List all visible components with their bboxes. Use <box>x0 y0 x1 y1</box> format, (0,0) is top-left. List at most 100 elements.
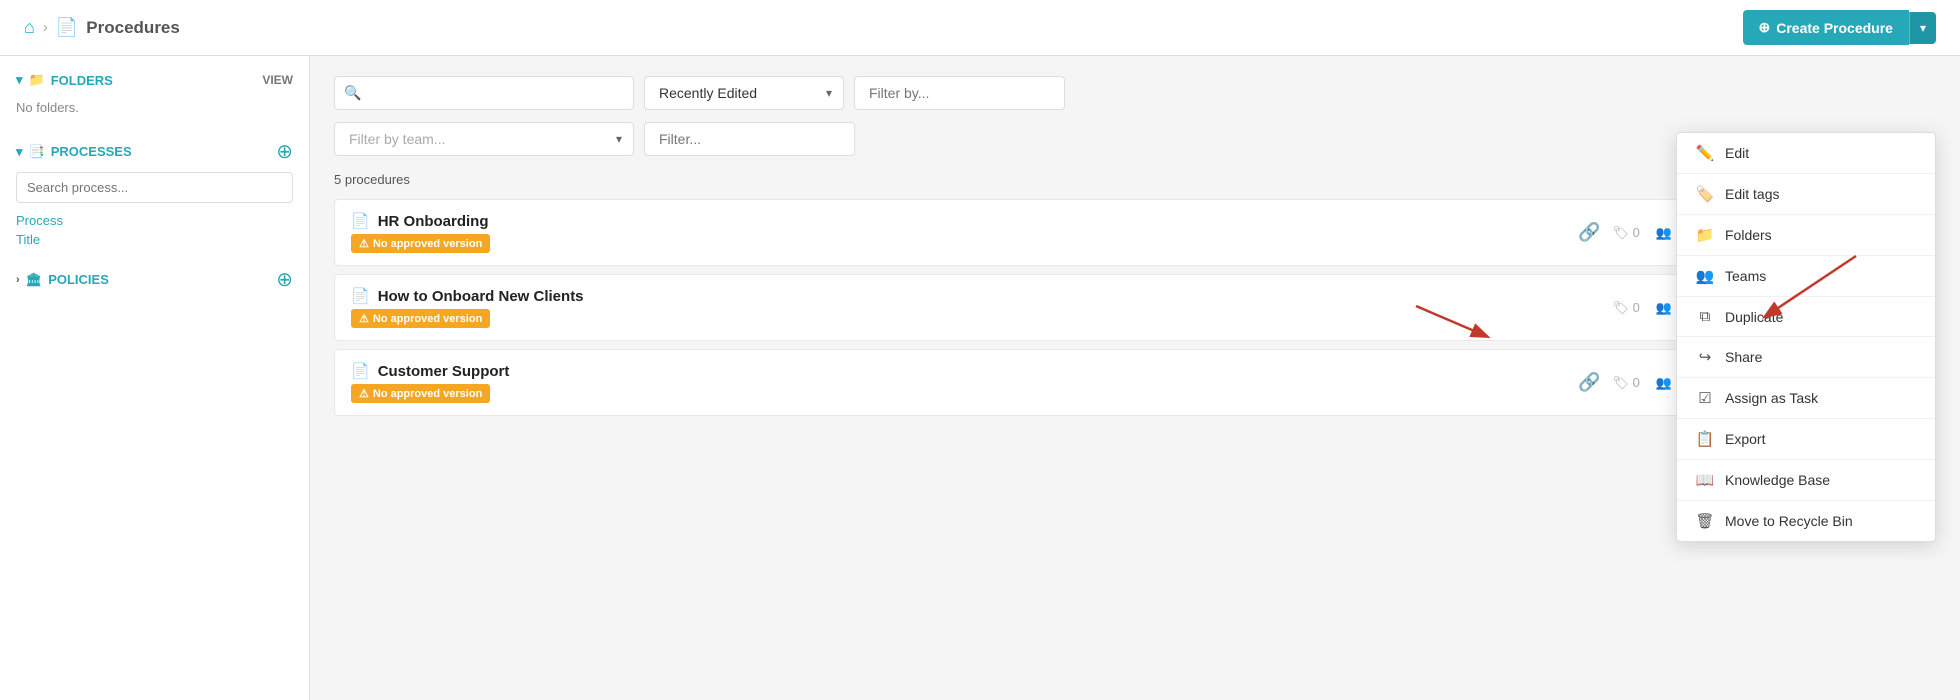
procedure-title-row-1: 📄 How to Onboard New Clients <box>351 287 1600 305</box>
dropdown-label-export: Export <box>1725 431 1765 447</box>
dropdown-item-export[interactable]: 📋 Export <box>1677 419 1935 460</box>
dropdown-item-duplicate[interactable]: ⧉ Duplicate <box>1677 297 1935 337</box>
procedure-title-row-0: 📄 HR Onboarding <box>351 212 1566 230</box>
assign-task-icon: ☑ <box>1695 389 1715 407</box>
folders-section: ▾ 📁 FOLDERS VIEW No folders. <box>16 72 293 119</box>
dropdown-item-edit-tags[interactable]: 🏷️ Edit tags <box>1677 174 1935 215</box>
duplicate-icon: ⧉ <box>1695 308 1715 325</box>
title-link[interactable]: Title <box>16 232 293 247</box>
meta-tags-2: 🏷 0 <box>1612 375 1639 391</box>
procedure-search-input[interactable] <box>334 76 634 110</box>
policies-chevron: › <box>16 274 20 286</box>
meta-tags-0: 🏷 0 <box>1612 225 1639 241</box>
dropdown-label-folders: Folders <box>1725 227 1772 243</box>
procedure-title-row-2: 📄 Customer Support <box>351 362 1566 380</box>
share-icon: ↪ <box>1695 348 1715 366</box>
dropdown-item-recycle-bin[interactable]: 🗑 Move to Recycle Bin <box>1677 501 1935 541</box>
top-header: ⌂ › 📄 Procedures ⊕ Create Procedure ▾ <box>0 0 1960 56</box>
folders-icon: 📁 <box>1695 226 1715 244</box>
create-procedure-button[interactable]: ⊕ Create Procedure <box>1743 10 1909 45</box>
warn-icon-2: ⚠ <box>359 387 369 400</box>
dropdown-item-edit[interactable]: ✏️ Edit <box>1677 133 1935 174</box>
badge-text-1: No approved version <box>373 313 482 325</box>
policies-title[interactable]: › 🏛 POLICIES <box>16 272 109 288</box>
dropdown-label-recycle-bin: Move to Recycle Bin <box>1725 513 1853 529</box>
create-procedure-dropdown-arrow[interactable]: ▾ <box>1909 12 1936 44</box>
procedure-title-2[interactable]: Customer Support <box>378 363 510 380</box>
meta-tags-1: 🏷 0 <box>1612 300 1639 316</box>
create-procedure-btn-group: ⊕ Create Procedure ▾ <box>1743 10 1936 45</box>
filter-by-input[interactable] <box>854 76 1065 110</box>
processes-section: ▾ 📑 PROCESSES ⊕ Process Title <box>16 139 293 247</box>
home-icon[interactable]: ⌂ <box>24 17 35 38</box>
edit-tags-icon: 🏷️ <box>1695 185 1715 203</box>
process-link[interactable]: Process <box>16 213 293 228</box>
procedure-info-2: 📄 Customer Support ⚠ No approved version <box>351 362 1566 403</box>
teams-icon: 👥 <box>1695 267 1715 285</box>
processes-icon: 📑 <box>29 144 45 160</box>
procedure-title-0[interactable]: HR Onboarding <box>378 213 489 230</box>
team-filter-wrap: Filter by team... <box>334 122 634 156</box>
sort-select[interactable]: Recently Edited <box>644 76 844 110</box>
dropdown-item-teams[interactable]: 👥 Teams <box>1677 256 1935 297</box>
folders-view-button[interactable]: VIEW <box>262 73 293 87</box>
dropdown-label-edit: Edit <box>1725 145 1749 161</box>
knowledge-base-icon: 📖 <box>1695 471 1715 489</box>
link-icon-0[interactable]: 🔗 <box>1578 222 1600 243</box>
create-btn-label: Create Procedure <box>1776 20 1893 36</box>
dropdown-item-knowledge-base[interactable]: 📖 Knowledge Base <box>1677 460 1935 501</box>
processes-chevron[interactable]: ▾ <box>16 144 23 160</box>
no-approved-badge-1: ⚠ No approved version <box>351 309 490 328</box>
no-approved-badge-0: ⚠ No approved version <box>351 234 490 253</box>
warn-icon-1: ⚠ <box>359 312 369 325</box>
dropdown-label-teams: Teams <box>1725 268 1766 284</box>
content-area: 🔍 Recently Edited Filter by team... <box>310 56 1960 700</box>
procedure-info-0: 📄 HR Onboarding ⚠ No approved version <box>351 212 1566 253</box>
no-approved-badge-2: ⚠ No approved version <box>351 384 490 403</box>
procedure-doc-icon-1: 📄 <box>351 287 370 305</box>
folders-title: ▾ 📁 FOLDERS <box>16 72 113 88</box>
dropdown-label-assign-task: Assign as Task <box>1725 390 1818 406</box>
page-title: Procedures <box>86 18 180 38</box>
processes-section-header: ▾ 📑 PROCESSES ⊕ <box>16 139 293 164</box>
edit-icon: ✏️ <box>1695 144 1715 162</box>
folder-icon: 📁 <box>29 72 45 88</box>
badge-text-0: No approved version <box>373 238 482 250</box>
sort-select-wrap: Recently Edited <box>644 76 844 110</box>
sidebar: ▾ 📁 FOLDERS VIEW No folders. ▾ 📑 PROCESS… <box>0 56 310 700</box>
search-process-input[interactable] <box>16 172 293 203</box>
context-dropdown-menu: ✏️ Edit 🏷️ Edit tags 📁 Folders 👥 Teams ⧉ <box>1676 132 1936 542</box>
create-plus-icon: ⊕ <box>1759 19 1771 36</box>
policies-section: › 🏛 POLICIES ⊕ <box>16 267 293 292</box>
breadcrumb: ⌂ › 📄 Procedures <box>24 17 180 38</box>
procedure-info-1: 📄 How to Onboard New Clients ⚠ No approv… <box>351 287 1600 328</box>
policies-add-button[interactable]: ⊕ <box>276 267 293 292</box>
policies-section-header: › 🏛 POLICIES ⊕ <box>16 267 293 292</box>
procedure-title-1[interactable]: How to Onboard New Clients <box>378 288 584 305</box>
processes-title: ▾ 📑 PROCESSES <box>16 144 132 160</box>
content-wrapper: 🔍 Recently Edited Filter by team... <box>334 76 1936 416</box>
export-icon: 📋 <box>1695 430 1715 448</box>
folders-chevron[interactable]: ▾ <box>16 72 23 88</box>
folders-section-header: ▾ 📁 FOLDERS VIEW <box>16 72 293 88</box>
dropdown-item-folders[interactable]: 📁 Folders <box>1677 215 1935 256</box>
dropdown-label-edit-tags: Edit tags <box>1725 186 1779 202</box>
dropdown-label-duplicate: Duplicate <box>1725 309 1783 325</box>
processes-add-button[interactable]: ⊕ <box>276 139 293 164</box>
dropdown-label-share: Share <box>1725 349 1762 365</box>
procedure-doc-icon-2: 📄 <box>351 362 370 380</box>
filters-row-1: 🔍 Recently Edited <box>334 76 1936 110</box>
recycle-bin-icon: 🗑 <box>1695 512 1715 530</box>
procedures-icon: 📄 <box>56 17 78 38</box>
dropdown-item-assign-task[interactable]: ☑ Assign as Task <box>1677 378 1935 419</box>
procedure-doc-icon-0: 📄 <box>351 212 370 230</box>
search-icon: 🔍 <box>344 85 361 102</box>
search-input-wrap: 🔍 <box>334 76 634 110</box>
link-icon-2[interactable]: 🔗 <box>1578 372 1600 393</box>
dropdown-item-share[interactable]: ↪ Share <box>1677 337 1935 378</box>
warn-icon-0: ⚠ <box>359 237 369 250</box>
team-filter-select[interactable]: Filter by team... <box>334 122 634 156</box>
filter-input-2[interactable] <box>644 122 855 156</box>
no-folders-text: No folders. <box>16 96 293 119</box>
main-layout: ▾ 📁 FOLDERS VIEW No folders. ▾ 📑 PROCESS… <box>0 56 1960 700</box>
